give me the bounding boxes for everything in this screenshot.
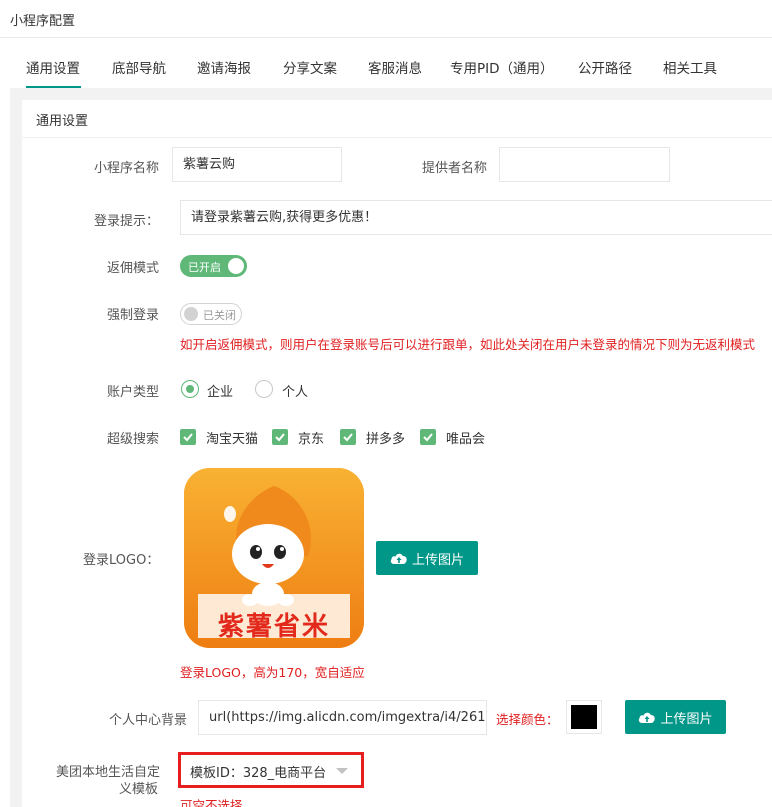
tab-related-tools[interactable]: 相关工具 [663,57,717,77]
window-header: 小程序配置 [0,0,772,38]
switch-knob [184,307,198,321]
app-name-label: 小程序名称 [94,161,160,176]
login-logo-label: 登录LOGO： [83,553,160,568]
rebate-switch-text: 已开启 [188,261,221,274]
chevron-down-icon [336,768,348,774]
upload-logo-label: 上传图片 [411,552,464,568]
logo-note: 登录LOGO，高为170，宽自适应 [180,665,365,680]
tab-public-path[interactable]: 公开路径 [578,57,632,77]
force-login-label: 强制登录 [107,308,160,323]
bg-url-input[interactable]: url(https://img.alicdn.com/imgextra/i4/2… [198,700,487,735]
checkbox-taobao-label[interactable]: 淘宝天猫 [206,428,258,447]
super-search-label: 超级搜索 [107,432,160,447]
account-type-label: 账户类型 [107,385,160,400]
provider-input[interactable] [499,147,670,182]
radio-enterprise-label[interactable]: 企业 [207,381,233,400]
upload-bg-label: 上传图片 [660,711,713,727]
force-login-note: 如开启返佣模式，则用户在登录账号后可以进行跟单，如此处关闭在用户未登录的情况下则… [180,337,756,352]
checkbox-taobao[interactable] [180,429,196,445]
panel-title: 通用设置 [36,114,89,129]
color-swatch [571,705,597,729]
meituan-label-line2: 义模板 [119,782,159,797]
rebate-mode-switch[interactable]: 已开启 [180,255,247,277]
panel-header: 通用设置 [22,100,772,138]
window-title: 小程序配置 [10,14,76,29]
bg-label: 个人中心背景 [109,713,188,728]
login-logo-image: 紫薯省米 [184,468,364,648]
tab-dedicated-pid[interactable]: 专用PID（通用） [450,57,554,77]
tab-bar: 通用设置 底部导航 邀请海报 分享文案 客服消息 专用PID（通用） 公开路径 … [0,38,772,88]
rebate-mode-label: 返佣模式 [107,261,160,276]
template-note: 可空不选择 [180,798,243,807]
checkbox-jd-label[interactable]: 京东 [298,428,324,447]
cloud-upload-icon [390,553,407,564]
color-picker[interactable] [566,700,602,734]
checkbox-vip-label[interactable]: 唯品会 [446,428,485,447]
logo-text: 紫薯省米 [217,612,330,642]
check-icon [183,433,193,442]
cloud-upload-icon [639,712,656,723]
tab-general[interactable]: 通用设置 [26,57,80,77]
switch-knob [228,258,244,274]
login-tip-input[interactable]: 请登录紫薯云购,获得更多优惠！ [180,200,772,235]
check-icon [343,433,353,442]
tab-bottom-nav[interactable]: 底部导航 [112,57,166,77]
checkbox-vip[interactable] [420,429,436,445]
tab-service-message[interactable]: 客服消息 [368,57,422,77]
check-icon [275,433,285,442]
app-name-input[interactable]: 紫薯云购 [172,147,342,182]
provider-label: 提供者名称 [422,161,488,176]
upload-logo-button[interactable]: 上传图片 [376,541,478,575]
radio-personal[interactable] [255,380,273,398]
checkbox-pdd[interactable] [340,429,356,445]
login-tip-label: 登录提示： [94,214,160,229]
template-select[interactable]: 模板ID：328_电商平台 [178,752,364,788]
radio-personal-label[interactable]: 个人 [282,381,308,400]
checkbox-pdd-label[interactable]: 拼多多 [366,428,405,447]
choose-color-label: 选择颜色： [496,712,559,727]
force-login-switch[interactable]: 已关闭 [180,303,242,325]
checkbox-jd[interactable] [272,429,288,445]
check-icon [423,433,433,442]
tab-share-copy[interactable]: 分享文案 [283,57,337,77]
upload-bg-button[interactable]: 上传图片 [625,700,726,734]
radio-enterprise[interactable] [181,380,199,398]
force-login-switch-text: 已关闭 [203,309,236,322]
tab-invite-poster[interactable]: 邀请海报 [197,57,251,77]
template-select-value: 模板ID：328_电商平台 [190,766,327,781]
